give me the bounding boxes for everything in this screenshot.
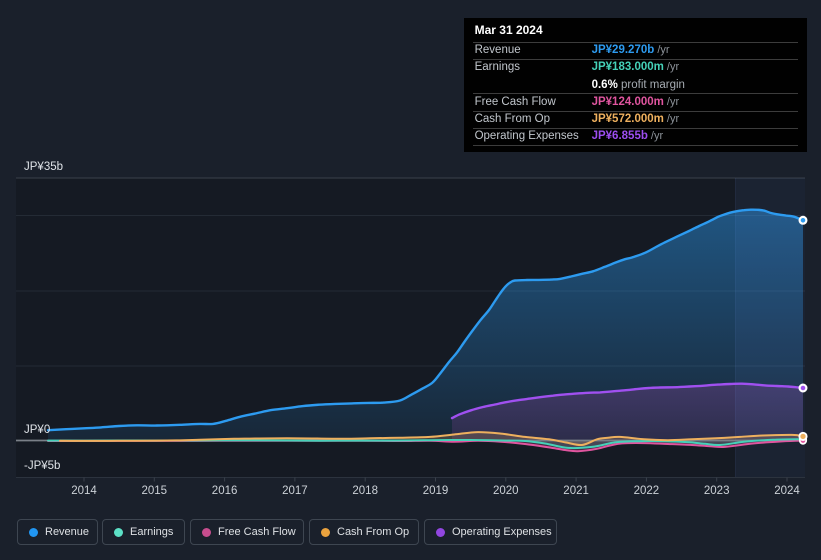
- svg-text:2021: 2021: [563, 485, 589, 497]
- svg-text:2020: 2020: [493, 485, 519, 497]
- svg-text:2016: 2016: [212, 485, 238, 497]
- svg-text:2017: 2017: [282, 485, 308, 497]
- svg-text:JP¥0: JP¥0: [24, 424, 50, 436]
- svg-text:2019: 2019: [423, 485, 449, 497]
- svg-text:2024: 2024: [774, 485, 800, 497]
- svg-text:JP¥35b: JP¥35b: [24, 161, 63, 173]
- svg-text:2014: 2014: [71, 485, 97, 497]
- svg-text:-JP¥5b: -JP¥5b: [24, 460, 60, 472]
- svg-text:2018: 2018: [352, 485, 378, 497]
- svg-text:2015: 2015: [142, 485, 168, 497]
- svg-text:2023: 2023: [704, 485, 730, 497]
- svg-text:2022: 2022: [634, 485, 660, 497]
